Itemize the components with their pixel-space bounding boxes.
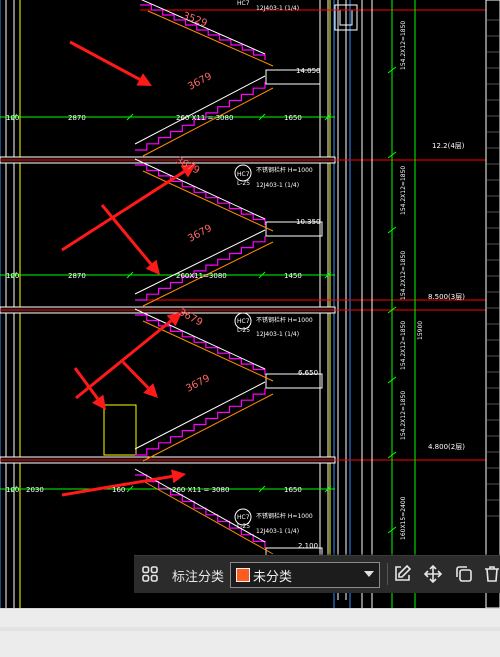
rail-note: 不锈钢栏杆 H=1000 (256, 316, 313, 324)
callout-label: L-25 (237, 180, 250, 187)
dim-label: 1650 (284, 114, 302, 122)
move-icon[interactable] (421, 562, 445, 586)
dim-label: 100 (6, 272, 19, 280)
grid-icon[interactable] (138, 562, 162, 586)
markup-arrow-shaft (61, 170, 186, 252)
callout-label: HC7 (237, 0, 250, 7)
copy-icon[interactable] (452, 562, 476, 586)
dim-label: 2030 (26, 486, 44, 494)
status-bar (0, 608, 500, 657)
floor-level-label: 8.500(3层) (428, 293, 465, 301)
cad-drawing[interactable]: 3529 3679 3679 3679 3679 3679 100 2870 2… (0, 0, 500, 608)
rail-note: 12J403-1 (1/4) (256, 528, 299, 535)
dim-label: 100 (6, 486, 19, 494)
vertical-dim-label: 154.2X12=1850 (400, 391, 407, 440)
stair-steps (140, 4, 266, 60)
delete-icon[interactable] (480, 562, 500, 586)
flight-length-label: 3679 (186, 223, 214, 245)
flight-length-label: 3679 (186, 71, 214, 93)
stair-steps (135, 388, 266, 456)
flight-length-label: 3679 (184, 373, 212, 395)
rail-note: 12J403-1 (1/4) (256, 182, 299, 189)
category-color-swatch (236, 568, 250, 582)
dim-label: 1450 (284, 272, 302, 280)
markup-arrows (61, 40, 196, 497)
elevation-label: 10.350 (296, 218, 321, 226)
rail-note: 不锈钢栏杆 H=1000 (256, 166, 313, 174)
markup-arrow-head (92, 394, 106, 410)
callout-label: HC7 (237, 318, 250, 325)
annotate-edit-icon[interactable] (390, 562, 414, 586)
callout-label: HC7 (237, 171, 250, 178)
cad-viewport[interactable]: 3529 3679 3679 3679 3679 3679 100 2870 2… (0, 0, 500, 608)
rail-note: 12J403-1 (1/4) (256, 5, 299, 12)
annotation-toolbar: 标注分类 未分类 (134, 555, 500, 593)
floor-level-label: 4.800(2层) (428, 443, 465, 451)
elevation-label: 6.650 (298, 369, 318, 377)
markup-arrow-shaft (69, 40, 141, 81)
stair-stringer (147, 10, 274, 67)
category-select[interactable]: 未分类 (230, 562, 380, 588)
callout-label: L-25 (237, 523, 250, 530)
vertical-dim-label: 154.2X12=1850 (400, 21, 407, 70)
chevron-down-icon (364, 571, 374, 577)
vertical-dim-label: 154.2X12=1850 (400, 166, 407, 215)
legend-strip (485, 0, 500, 608)
vertical-dim-label: 154.2X12=1850 (400, 321, 407, 370)
vertical-dim-label: 160X15=2400 (400, 496, 407, 540)
markup-arrow-head (171, 469, 186, 484)
dim-label: 100 (6, 114, 19, 122)
bearing-block (103, 404, 137, 456)
drawing-base (0, 0, 500, 608)
dim-label: 260 X11 = 3080 (176, 114, 233, 122)
dim-label: 2870 (68, 114, 86, 122)
callout-label: L-25 (237, 327, 250, 334)
category-value: 未分类 (253, 570, 293, 585)
stair-stringer (142, 170, 274, 232)
stair-stringer (142, 393, 274, 462)
dim-label: 160 (112, 486, 125, 494)
dim-label: 2870 (68, 272, 86, 280)
floor-level-label: 12.2(4层) (432, 142, 465, 150)
category-label: 标注分类 (172, 570, 225, 585)
vertical-dim-label: 154.2X12=1850 (400, 251, 407, 300)
elevation-label: 2.100 (298, 542, 318, 550)
rail-note: 不锈钢栏杆 H=1000 (256, 512, 313, 520)
stair-stringer (142, 87, 274, 157)
stair-stringer (142, 320, 274, 382)
flight-length-label: 3529 (181, 10, 209, 29)
callout-label: HC7 (237, 514, 250, 521)
rail-note: 12J403-1 (1/4) (256, 331, 299, 338)
toolbar-divider (387, 563, 388, 585)
dim-label: 260X11=3080 (176, 272, 227, 280)
dim-label: 1650 (284, 486, 302, 494)
total-height-label: 15900 (417, 321, 424, 340)
elevation-label: 14.050 (296, 67, 321, 75)
dim-label: 260 X11 = 3080 (172, 486, 229, 494)
markup-arrow-shaft (121, 360, 150, 390)
markup-arrow-shaft (100, 204, 153, 266)
